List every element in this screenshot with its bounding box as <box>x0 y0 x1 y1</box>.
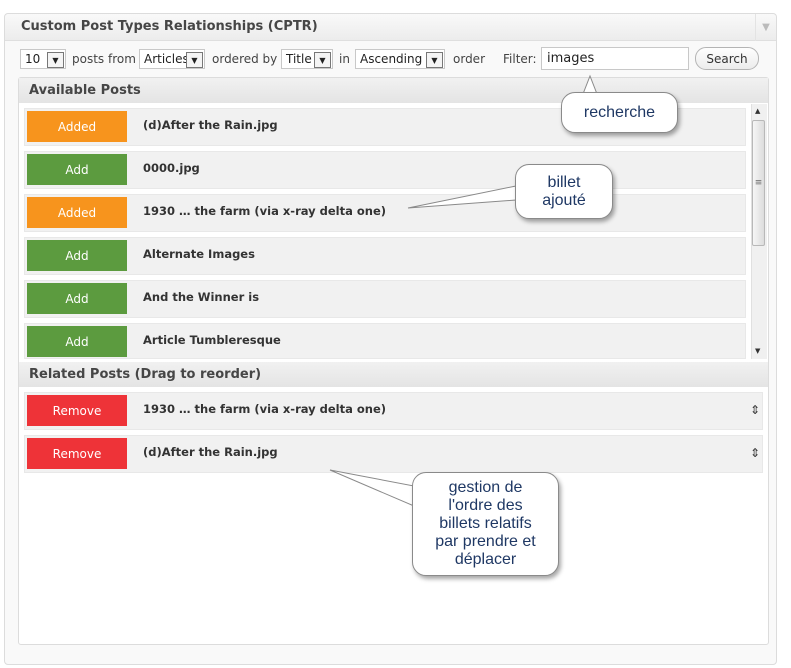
added-callout-line: ajouté <box>542 191 586 209</box>
order-callout-line: déplacer <box>454 551 517 568</box>
search-callout: recherche <box>561 92 678 133</box>
added-callout-pointer <box>407 185 517 209</box>
order-callout-line: l'ordre des <box>448 497 523 514</box>
order-callout: gestion de l'ordre des billets relatifs … <box>412 472 559 576</box>
order-callout-line: gestion de <box>448 479 523 496</box>
order-callout-pointer <box>329 469 415 507</box>
order-callout-line: par prendre et <box>435 533 536 550</box>
order-callout-line: billets relatifs <box>439 515 532 532</box>
search-callout-text: recherche <box>583 103 656 121</box>
added-callout-line: billet <box>547 173 581 191</box>
added-callout: billet ajouté <box>515 164 613 219</box>
